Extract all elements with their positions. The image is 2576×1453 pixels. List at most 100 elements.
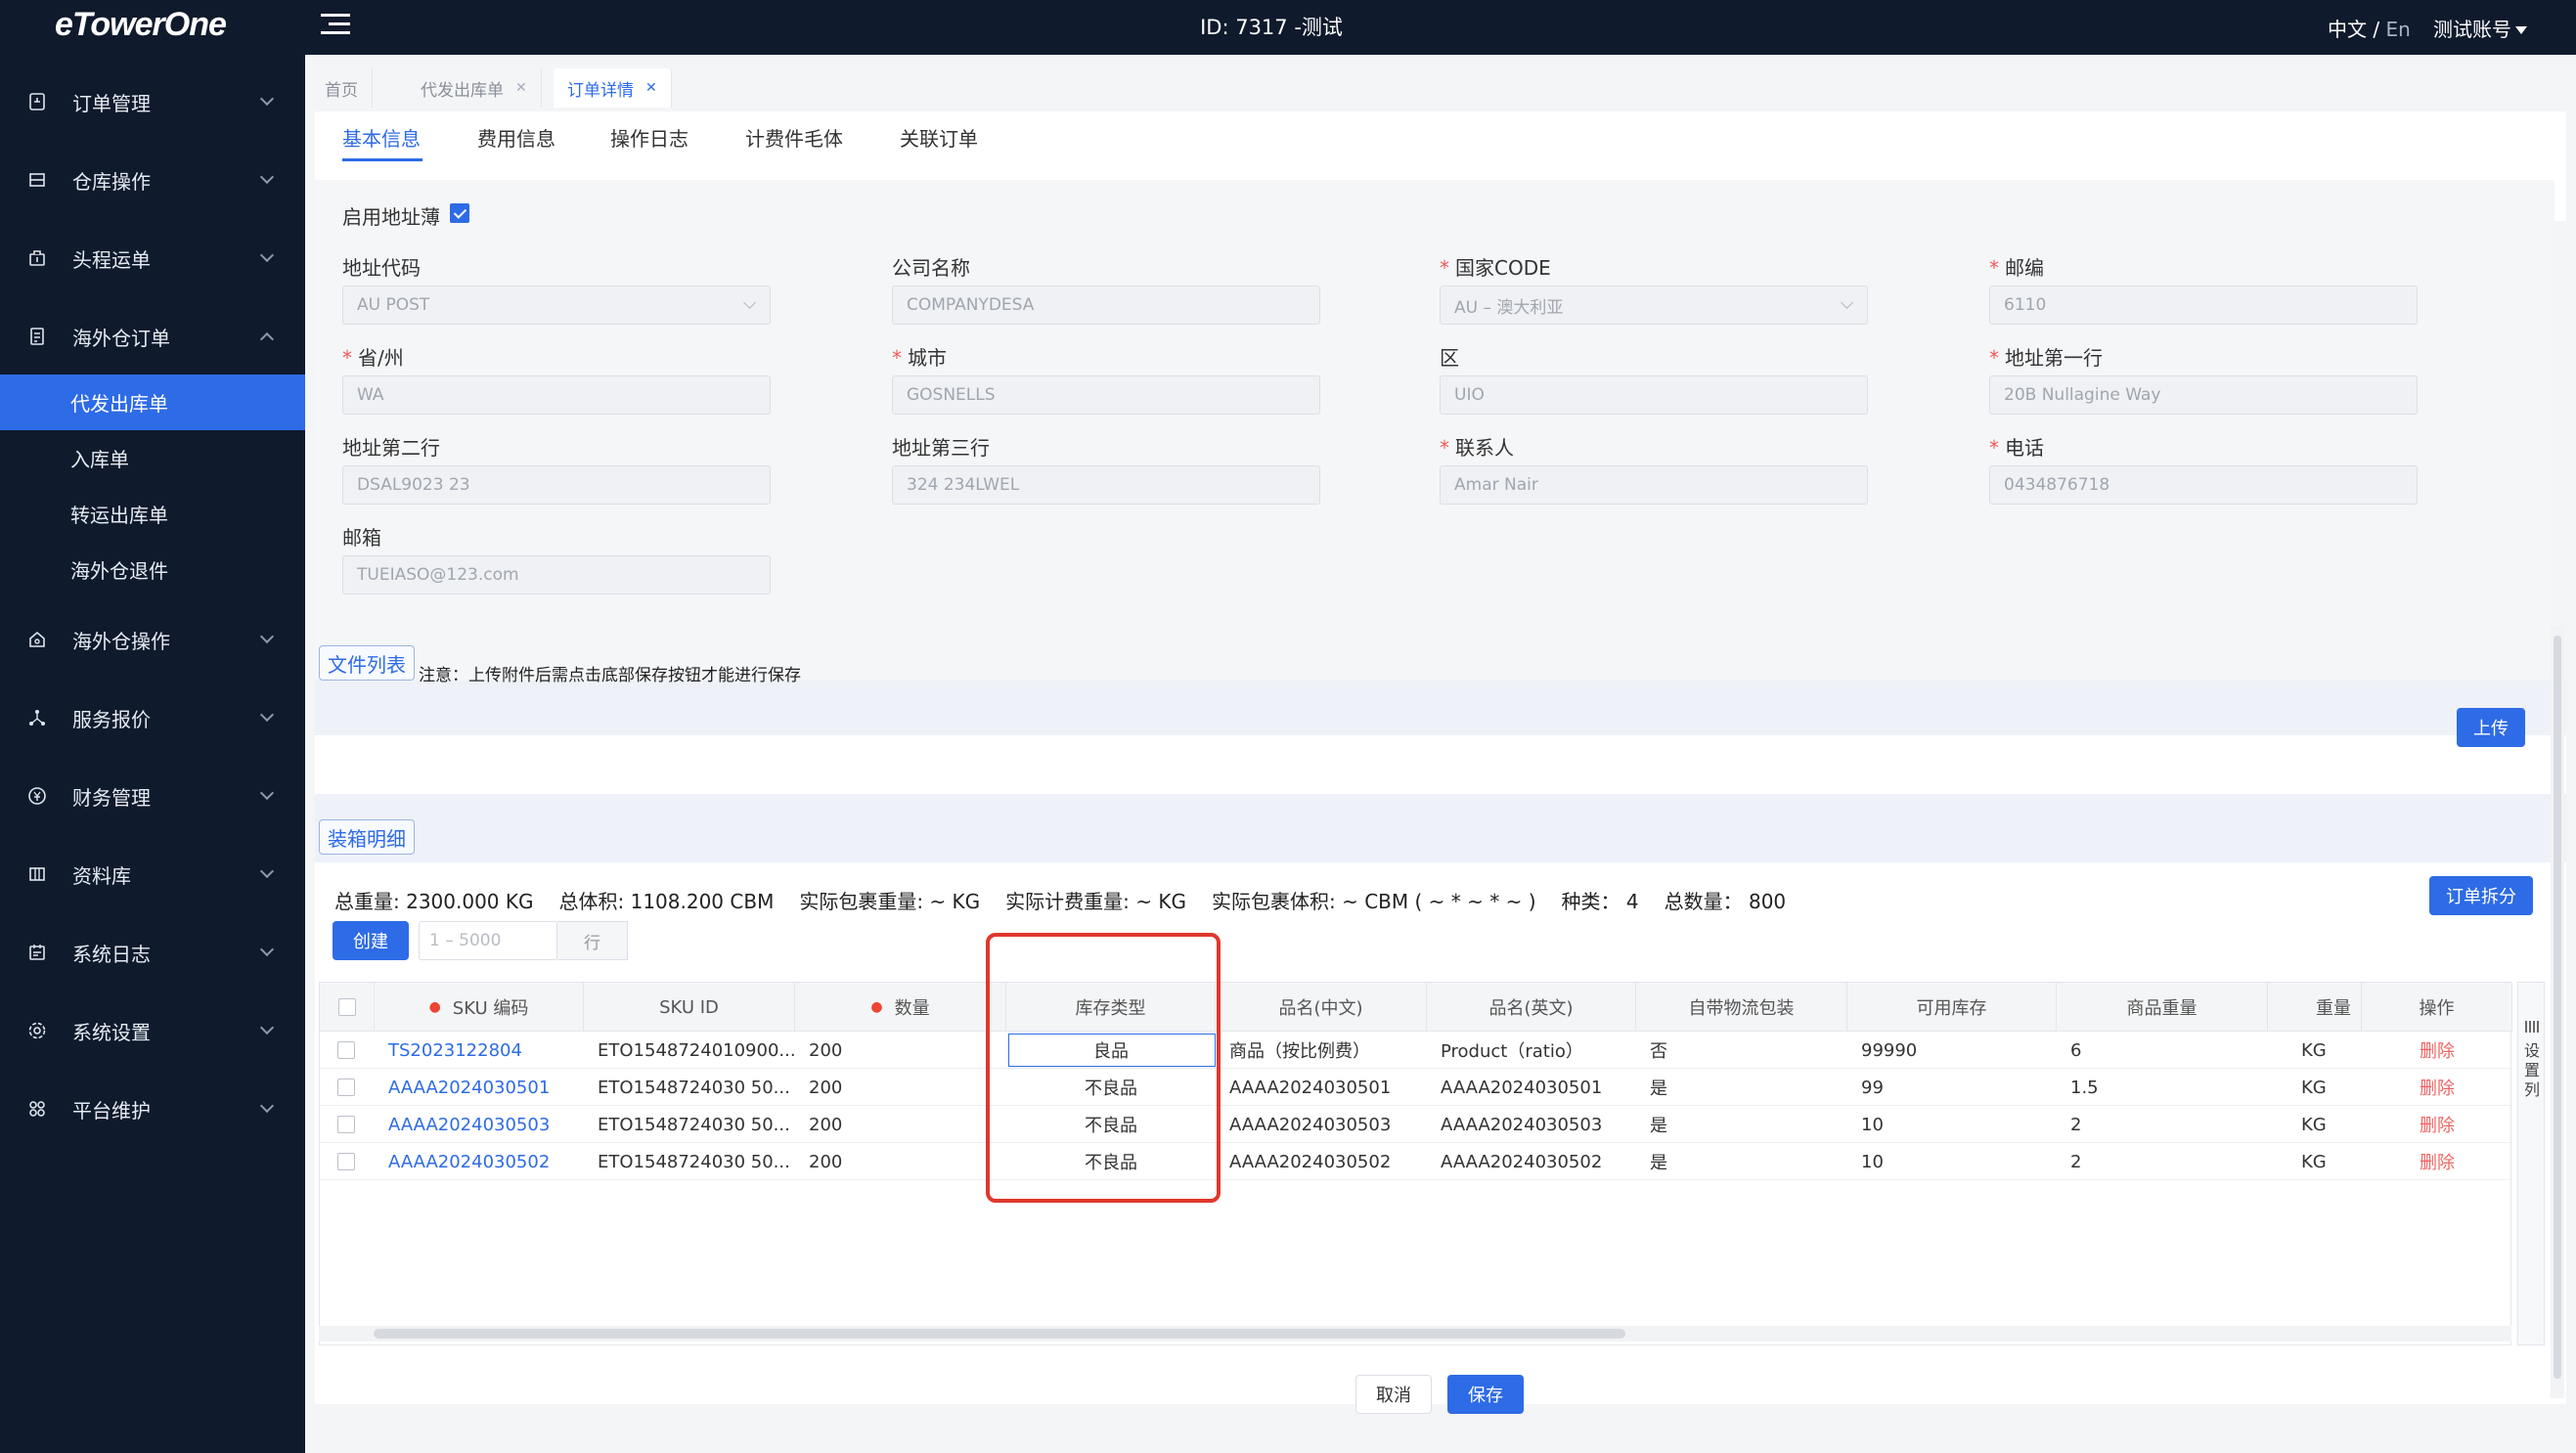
- split-order-button[interactable]: 订单拆分: [2429, 876, 2533, 915]
- row-checkbox[interactable]: [337, 1116, 355, 1133]
- tab-home[interactable]: 首页: [311, 68, 373, 108]
- sidebar-subitem-transfer-outbound[interactable]: 转运出库单: [0, 486, 305, 542]
- col-available-stock[interactable]: 可用库存: [1847, 983, 2057, 1032]
- close-icon[interactable]: ✕: [515, 80, 527, 96]
- table-row[interactable]: AAAA2024030501 ETO1548724030 50... 200 不…: [320, 1069, 2512, 1106]
- chevron-down-icon: [259, 1020, 275, 1035]
- address-line1-field[interactable]: 20B Nullagine Way: [1989, 375, 2418, 415]
- name-cn: AAAA2024030503: [1229, 1114, 1392, 1135]
- log-icon: [27, 943, 47, 962]
- tab-dropship-outbound[interactable]: 代发出库单 ✕: [407, 68, 542, 108]
- col-weight-unit[interactable]: 重量: [2268, 983, 2362, 1032]
- sidebar-item-finance[interactable]: 财务管理: [0, 757, 305, 835]
- own-packaging: 是: [1650, 1079, 1667, 1099]
- lang-en[interactable]: En: [2385, 18, 2410, 41]
- name-cn: AAAA2024030501: [1229, 1077, 1392, 1098]
- subtab-basic-info[interactable]: 基本信息: [342, 123, 421, 152]
- col-quantity[interactable]: ● 数量: [795, 983, 1006, 1032]
- delete-button[interactable]: 删除: [2362, 1143, 2512, 1180]
- col-sku-code[interactable]: ● SKU 编码: [375, 983, 584, 1032]
- available-stock: 10: [1861, 1114, 1884, 1135]
- create-button[interactable]: 创建: [333, 921, 409, 960]
- use-address-book-checkbox[interactable]: [450, 203, 469, 223]
- document-icon: [27, 327, 47, 346]
- actual-package-volume: 实际包裹体积: ~ CBM ( ~ * ~ * ~ ): [1211, 890, 1536, 913]
- sku-id: ETO1548724030 50...: [598, 1151, 790, 1172]
- chevron-down-icon: [259, 91, 275, 107]
- table-row[interactable]: TS2023122804 ETO1548724010900... 200 良品 …: [320, 1032, 2512, 1069]
- cancel-button[interactable]: 取消: [1355, 1375, 1432, 1414]
- sidebar-item-overseas-ops[interactable]: 海外仓操作: [0, 600, 305, 679]
- sidebar-item-platform[interactable]: 平台维护: [0, 1070, 305, 1148]
- available-stock: 99990: [1861, 1039, 1918, 1061]
- packing-tag: 装箱明细: [319, 819, 415, 855]
- chevron-down-icon: [259, 942, 275, 957]
- col-sku-id[interactable]: SKU ID: [584, 983, 795, 1032]
- address-code-select[interactable]: AU POST: [342, 286, 771, 325]
- lang-zh[interactable]: 中文 /: [2328, 18, 2385, 41]
- quantity: 200: [809, 1114, 843, 1135]
- delete-button[interactable]: 删除: [2362, 1032, 2512, 1069]
- table-row[interactable]: AAAA2024030503 ETO1548724030 50... 200 不…: [320, 1106, 2512, 1143]
- save-button[interactable]: 保存: [1447, 1375, 1524, 1414]
- own-packaging: 是: [1650, 1116, 1667, 1136]
- sidebar-item-overseas-orders[interactable]: 海外仓订单: [0, 297, 305, 375]
- subtab-fees[interactable]: 费用信息: [477, 123, 555, 152]
- sku-code-link[interactable]: AAAA2024030501: [375, 1069, 584, 1106]
- address-line3-field[interactable]: 324 234LWEL: [892, 465, 1320, 505]
- col-item-weight[interactable]: 商品重量: [2057, 983, 2268, 1032]
- row-count-input[interactable]: 1 – 5000: [419, 921, 557, 960]
- postcode-field[interactable]: 6110: [1989, 286, 2418, 325]
- phone-label: * 电话: [1989, 436, 2044, 460]
- column-settings[interactable]: 设置列: [2517, 982, 2545, 1345]
- upload-button[interactable]: 上传: [2457, 708, 2525, 747]
- country-code-select[interactable]: AU – 澳大利亚: [1440, 286, 1868, 325]
- vertical-scrollbar[interactable]: [2551, 626, 2564, 1398]
- city-field[interactable]: GOSNELLS: [892, 375, 1320, 415]
- horizontal-scrollbar[interactable]: [319, 1326, 2511, 1342]
- select-all-checkbox[interactable]: [337, 998, 356, 1016]
- sidebar-item-database[interactable]: 资料库: [0, 835, 305, 913]
- sku-code-link[interactable]: AAAA2024030502: [375, 1143, 584, 1180]
- delete-button[interactable]: 删除: [2362, 1106, 2512, 1143]
- sidebar-item-system-log[interactable]: 系统日志: [0, 913, 305, 991]
- sidebar-item-system-settings[interactable]: 系统设置: [0, 991, 305, 1070]
- contact-field[interactable]: Amar Nair: [1440, 465, 1868, 505]
- sidebar-subitem-dropship-outbound[interactable]: 代发出库单: [0, 374, 305, 430]
- account-menu[interactable]: 测试账号: [2433, 14, 2527, 42]
- close-icon[interactable]: ✕: [645, 80, 657, 96]
- row-checkbox[interactable]: [337, 1041, 355, 1059]
- row-checkbox[interactable]: [337, 1153, 355, 1170]
- menu-toggle-icon[interactable]: [321, 14, 350, 39]
- sidebar-item-quotes[interactable]: 服务报价: [0, 679, 305, 757]
- active-tab-indicator: [342, 158, 422, 161]
- sidebar-item-warehouse-ops[interactable]: 仓库操作: [0, 141, 305, 219]
- name-en: AAAA2024030502: [1441, 1151, 1603, 1172]
- email-field[interactable]: TUEIASO@123.com: [342, 555, 771, 594]
- warehouse-icon: [27, 170, 47, 190]
- sidebar-subitem-inbound[interactable]: 入库单: [0, 430, 305, 486]
- state-field[interactable]: WA: [342, 375, 771, 415]
- sku-code-link[interactable]: TS2023122804: [375, 1032, 584, 1069]
- col-own-packaging[interactable]: 自带物流包装: [1636, 983, 1847, 1032]
- sidebar-subitem-returns[interactable]: 海外仓退件: [0, 542, 305, 597]
- subtab-operation-log[interactable]: 操作日志: [610, 123, 688, 152]
- sidebar-item-order-management[interactable]: 订单管理: [0, 63, 305, 141]
- subtab-related-orders[interactable]: 关联订单: [900, 123, 978, 152]
- sku-code-link[interactable]: AAAA2024030503: [375, 1106, 584, 1143]
- district-field[interactable]: UIO: [1440, 375, 1868, 415]
- phone-field[interactable]: 0434876718: [1989, 465, 2418, 505]
- address-line2-field[interactable]: DSAL9023 23: [342, 465, 771, 505]
- tab-order-detail[interactable]: 订单详情 ✕: [554, 68, 672, 108]
- subtab-billing[interactable]: 计费件毛体: [745, 123, 843, 152]
- language-switch[interactable]: 中文 / En: [2328, 14, 2411, 42]
- row-checkbox[interactable]: [337, 1079, 355, 1096]
- table-row[interactable]: AAAA2024030502 ETO1548724030 50... 200 不…: [320, 1143, 2512, 1180]
- company-name-field[interactable]: COMPANYDESA: [892, 286, 1320, 325]
- delete-button[interactable]: 删除: [2362, 1069, 2512, 1106]
- chevron-down-icon: [259, 247, 275, 263]
- sidebar-item-first-leg[interactable]: 头程运单: [0, 219, 305, 297]
- col-name-cn[interactable]: 品名(中文): [1216, 983, 1427, 1032]
- col-name-en[interactable]: 品名(英文): [1427, 983, 1636, 1032]
- total-volume: 总体积: 1108.200 CBM: [558, 890, 775, 913]
